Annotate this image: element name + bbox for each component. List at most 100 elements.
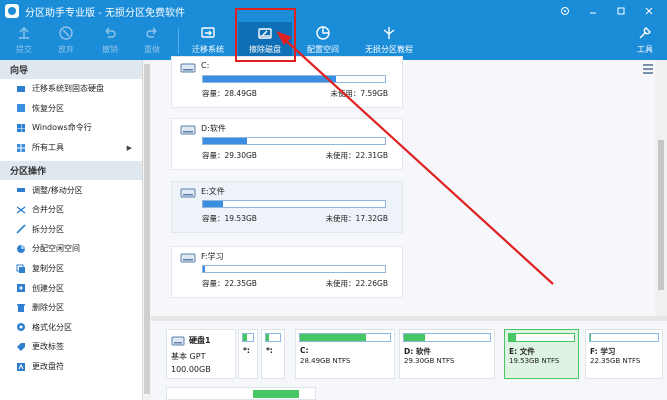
capacity-text: 容量：22.35GB bbox=[202, 279, 257, 288]
sidebar-item-migrate-ssd[interactable]: 迁移系统到固态硬盘 bbox=[0, 79, 142, 99]
sidebar-item-label: 合并分区 bbox=[32, 205, 64, 215]
discard-button[interactable]: 放弃 bbox=[46, 22, 86, 60]
sidebar-item-label: 复制分区 bbox=[32, 264, 64, 274]
migrate-system-button[interactable]: 迁移系统 bbox=[186, 22, 230, 60]
sidebar-item-label: 创建分区 bbox=[32, 283, 64, 293]
sidebar-item-all-tools[interactable]: 所有工具 ▶ bbox=[0, 138, 142, 158]
chevron-right-icon: ▶ bbox=[126, 143, 132, 152]
migrate-icon bbox=[200, 25, 216, 41]
tutorial-button[interactable]: 无损分区教程 bbox=[360, 22, 418, 60]
configure-space-button[interactable]: 配置空间 bbox=[302, 22, 344, 60]
part-bar-fill bbox=[509, 334, 517, 341]
disk-part-d[interactable]: D: 软件 29.30GB NTFS bbox=[399, 329, 495, 379]
redo-label: 重做 bbox=[144, 45, 160, 54]
migrate-ssd-icon bbox=[16, 84, 26, 94]
redo-icon bbox=[144, 25, 160, 41]
disk-map: 硬盘1 基本 GPT 100.00GB *: *: C: 28.49GB NTF… bbox=[151, 321, 667, 400]
share-icon[interactable] bbox=[551, 3, 579, 19]
wizard-section-title: 向导 bbox=[0, 60, 142, 79]
part-name: *: bbox=[266, 346, 273, 355]
sidebar-item-change-letter[interactable]: 更改盘符 bbox=[0, 357, 142, 377]
undo-button[interactable]: 撤销 bbox=[90, 22, 130, 60]
label-icon bbox=[16, 342, 26, 352]
annotation-highlight-box bbox=[235, 8, 296, 62]
sidebar-item-label: 删除分区 bbox=[32, 303, 64, 313]
part-name: C: bbox=[300, 346, 309, 355]
window-controls bbox=[551, 3, 663, 19]
free-text: 未使用：22.26GB bbox=[325, 279, 388, 288]
sidebar-item-label: 更改标签 bbox=[32, 342, 64, 352]
sidebar-scroll-thumb[interactable] bbox=[144, 64, 150, 394]
sidebar-item-allocate[interactable]: 分配空闲空间 bbox=[0, 239, 142, 259]
sidebar-item-recover-partition[interactable]: 恢复分区 bbox=[0, 99, 142, 119]
discard-icon bbox=[58, 25, 74, 41]
sidebar-item-delete[interactable]: 删除分区 bbox=[0, 298, 142, 318]
tutorial-icon bbox=[381, 25, 397, 41]
sidebar-item-merge[interactable]: 合并分区 bbox=[0, 200, 142, 220]
disk-part-reserved-1[interactable]: *: bbox=[238, 329, 258, 379]
sidebar-item-split[interactable]: 拆分分区 bbox=[0, 220, 142, 240]
usage-bar bbox=[202, 75, 386, 83]
sidebar-item-format[interactable]: 格式化分区 bbox=[0, 318, 142, 338]
part-bar bbox=[589, 333, 659, 342]
drive-icon bbox=[180, 63, 196, 73]
usage-bar bbox=[202, 200, 386, 208]
partition-name: D:软件 bbox=[201, 124, 226, 133]
sidebar-item-copy[interactable]: 复制分区 bbox=[0, 259, 142, 279]
allocate-icon bbox=[16, 244, 26, 254]
disk-icon bbox=[171, 336, 185, 346]
partition-card-f[interactable]: F:学习 容量：22.35GB 未使用：22.26GB bbox=[171, 246, 403, 298]
disk-part-c[interactable]: C: 28.49GB NTFS bbox=[295, 329, 395, 379]
disk-map-next-row[interactable] bbox=[166, 387, 316, 400]
submit-button[interactable]: 提交 bbox=[4, 22, 44, 60]
migrate-system-label: 迁移系统 bbox=[192, 45, 224, 54]
view-toggle-icon[interactable] bbox=[643, 64, 653, 74]
tools-icon bbox=[637, 25, 653, 41]
main-scroll-thumb[interactable] bbox=[658, 140, 664, 290]
sidebar-item-create[interactable]: 创建分区 bbox=[0, 278, 142, 298]
sidebar-item-label: Windows命令行 bbox=[32, 123, 92, 133]
disk-part-reserved-2[interactable]: *: bbox=[261, 329, 285, 379]
redo-button[interactable]: 重做 bbox=[132, 22, 172, 60]
disk-info[interactable]: 硬盘1 基本 GPT 100.00GB bbox=[166, 329, 236, 379]
usage-bar bbox=[202, 265, 386, 273]
tools-button[interactable]: 工具 bbox=[630, 22, 660, 60]
drive-icon bbox=[180, 253, 196, 263]
part-bar bbox=[265, 333, 281, 342]
recover-icon bbox=[16, 103, 26, 113]
part-bar-fill bbox=[300, 334, 366, 341]
part-bar bbox=[299, 333, 391, 342]
disk-type: 基本 GPT bbox=[171, 352, 206, 361]
partition-card-c[interactable]: C: 容量：28.49GB 未使用：7.59GB bbox=[171, 56, 403, 108]
partition-name: C: bbox=[201, 61, 210, 70]
sidebar-scrollbar[interactable] bbox=[143, 60, 151, 400]
free-text: 未使用：22.31GB bbox=[325, 151, 388, 160]
main-scrollbar[interactable] bbox=[655, 60, 667, 316]
partition-card-e[interactable]: E:文件 容量：19.53GB 未使用：17.32GB bbox=[171, 181, 403, 233]
title-bar: 分区助手专业版 - 无损分区免费软件 bbox=[0, 0, 667, 22]
usage-bar-fill bbox=[203, 201, 224, 207]
part-bar-fill bbox=[590, 334, 591, 341]
disk-part-e[interactable]: E: 文件 19.53GB NTFS bbox=[504, 329, 579, 379]
sidebar-item-resize[interactable]: 调整/移动分区 bbox=[0, 180, 142, 200]
upload-icon bbox=[16, 25, 32, 41]
minimize-button[interactable] bbox=[579, 3, 607, 19]
disk-part-f[interactable]: F: 学习 22.35GB NTFS bbox=[585, 329, 663, 379]
part-bar bbox=[242, 333, 254, 342]
part-bar bbox=[403, 333, 491, 342]
part-size: 22.35GB NTFS bbox=[590, 357, 641, 365]
tutorial-label: 无损分区教程 bbox=[365, 45, 413, 54]
partition-name: F:学习 bbox=[201, 252, 224, 261]
part-name: E: 文件 bbox=[509, 347, 535, 356]
part-bar-fill bbox=[266, 334, 269, 341]
configure-space-label: 配置空间 bbox=[307, 45, 339, 54]
restore-button[interactable] bbox=[607, 3, 635, 19]
sidebar-item-windows-cmd[interactable]: Windows命令行 bbox=[0, 118, 142, 138]
sidebar-item-change-label[interactable]: 更改标签 bbox=[0, 337, 142, 357]
split-icon bbox=[16, 224, 26, 234]
partition-card-d[interactable]: D:软件 容量：29.30GB 未使用：22.31GB bbox=[171, 118, 403, 170]
letter-icon bbox=[16, 362, 26, 372]
sidebar-item-label: 更改盘符 bbox=[32, 362, 64, 372]
close-button[interactable] bbox=[635, 3, 663, 19]
part-name: F: 学习 bbox=[590, 347, 616, 356]
